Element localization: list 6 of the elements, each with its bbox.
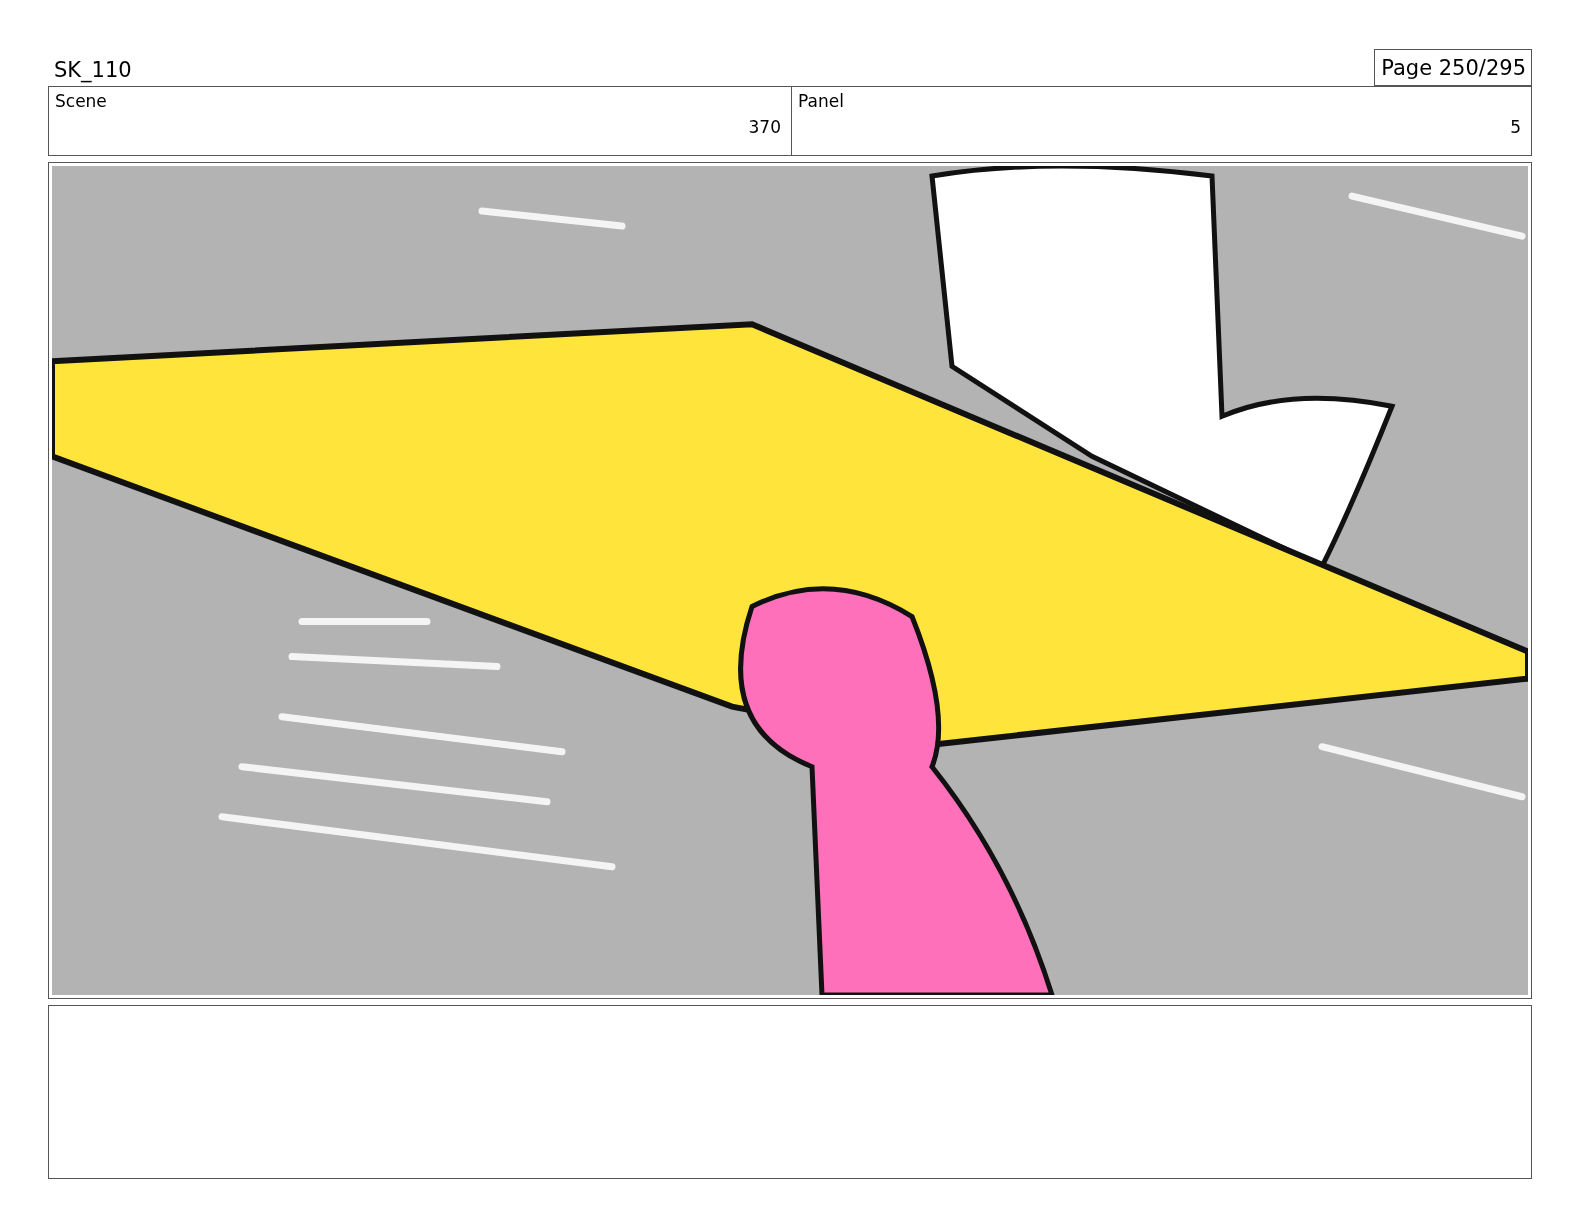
field-label: Scene <box>55 91 107 111</box>
sheet-title: SK_110 <box>53 58 132 85</box>
field-value: 370 <box>748 117 781 137</box>
field-label: Panel <box>798 91 844 111</box>
field-value: 5 <box>1510 117 1521 137</box>
page-number: Page 250/295 <box>1374 49 1532 86</box>
